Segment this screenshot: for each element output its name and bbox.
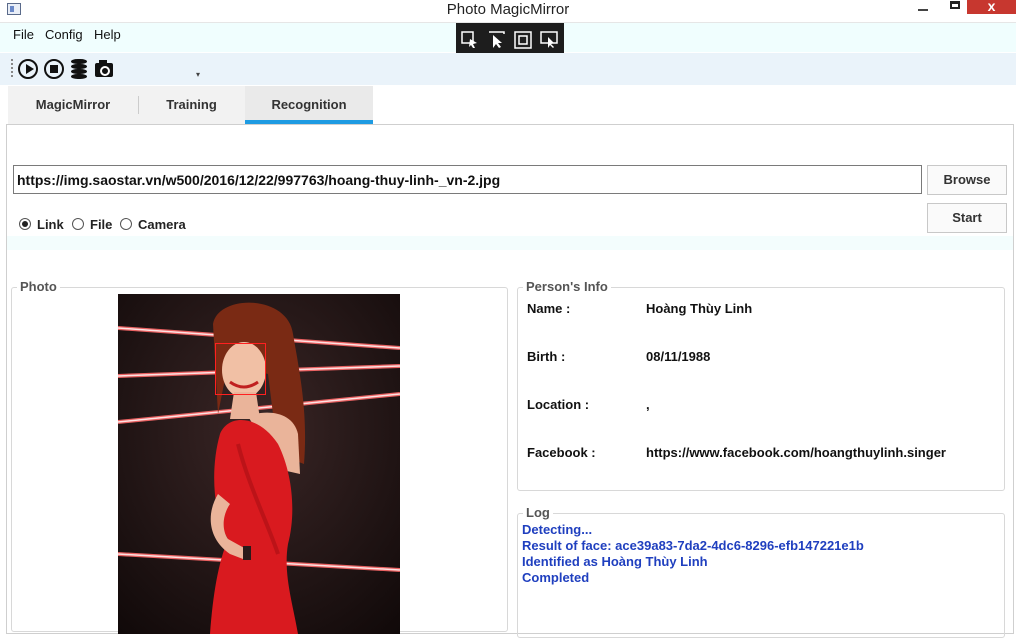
toolbar-overflow-icon[interactable]: ▾ bbox=[196, 70, 200, 79]
separator-band bbox=[7, 236, 1013, 250]
browse-button[interactable]: Browse bbox=[927, 165, 1007, 195]
play-icon[interactable] bbox=[18, 59, 38, 79]
name-label: Name : bbox=[527, 301, 571, 316]
tab-recognition[interactable]: Recognition bbox=[245, 86, 373, 124]
radio-camera-indicator[interactable] bbox=[120, 218, 132, 230]
photo-group-title: Photo bbox=[17, 279, 60, 294]
pointer-select-icon[interactable] bbox=[488, 31, 506, 49]
title-bar: Photo MagicMirror x bbox=[0, 0, 1016, 23]
start-button[interactable]: Start bbox=[927, 203, 1007, 233]
select-element-icon[interactable] bbox=[461, 31, 479, 49]
region-select-icon[interactable] bbox=[540, 31, 558, 49]
radio-file-label: File bbox=[90, 217, 113, 232]
close-button[interactable]: x bbox=[967, 0, 1016, 14]
person-info-group: Person's Info bbox=[517, 279, 1005, 491]
menu-help[interactable]: Help bbox=[94, 27, 121, 42]
menu-config[interactable]: Config bbox=[45, 27, 83, 42]
frame-select-icon[interactable] bbox=[514, 31, 532, 49]
log-line: Result of face: ace39a83-7da2-4dc6-8296-… bbox=[522, 538, 864, 553]
tab-strip: MagicMirror Training Recognition bbox=[8, 86, 373, 124]
radio-camera-label: Camera bbox=[138, 217, 186, 232]
radio-file-indicator[interactable] bbox=[72, 218, 84, 230]
camera-icon[interactable] bbox=[94, 59, 114, 79]
toolbar-grip[interactable] bbox=[11, 59, 13, 79]
toolbar: ▾ bbox=[0, 53, 1016, 85]
person-info-title: Person's Info bbox=[523, 279, 611, 294]
database-icon[interactable] bbox=[69, 59, 89, 79]
radio-link-indicator[interactable] bbox=[19, 218, 31, 230]
name-value: Hoàng Thùy Linh bbox=[646, 301, 753, 316]
minimize-icon[interactable] bbox=[918, 9, 928, 11]
location-label: Location : bbox=[527, 397, 590, 412]
window-title: Photo MagicMirror bbox=[446, 1, 570, 18]
tab-training[interactable]: Training bbox=[139, 86, 244, 124]
face-detection-box bbox=[215, 343, 266, 395]
stop-icon[interactable] bbox=[44, 59, 64, 79]
maximize-icon[interactable] bbox=[950, 1, 960, 9]
location-value: , bbox=[646, 397, 650, 412]
url-input[interactable] bbox=[13, 165, 922, 194]
log-line: Completed bbox=[522, 570, 590, 585]
menu-file[interactable]: File bbox=[13, 27, 34, 42]
radio-link-label: Link bbox=[37, 217, 64, 232]
facebook-label: Facebook : bbox=[527, 445, 596, 460]
log-line: Identified as Hoàng Thùy Linh bbox=[522, 554, 708, 569]
birth-label: Birth : bbox=[527, 349, 566, 364]
tab-magicmirror[interactable]: MagicMirror bbox=[8, 86, 138, 124]
log-title: Log bbox=[523, 505, 553, 520]
log-line: Detecting... bbox=[522, 522, 593, 537]
facebook-value[interactable]: https://www.facebook.com/hoangthuylinh.s… bbox=[646, 445, 946, 460]
birth-value: 08/11/1988 bbox=[646, 349, 711, 364]
